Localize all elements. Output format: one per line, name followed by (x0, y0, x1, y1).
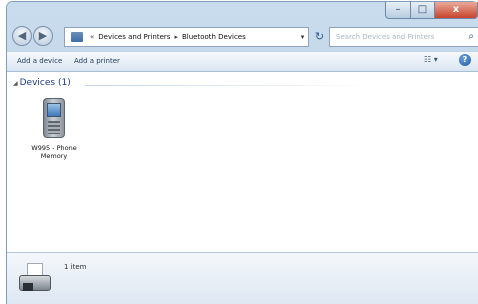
title-bar: – □ x (7, 2, 478, 22)
help-icon[interactable]: ? (459, 54, 471, 66)
minimize-button[interactable]: – (385, 2, 411, 19)
add-printer-button[interactable]: Add a printer (74, 55, 120, 68)
mobile-phone-icon (43, 98, 65, 138)
maximize-button[interactable]: □ (411, 2, 435, 19)
address-overflow-chevron[interactable]: « (90, 28, 94, 46)
address-dropdown-icon[interactable]: ▾ (297, 28, 308, 46)
change-view-icon[interactable]: ☷ ▾ (424, 55, 438, 64)
content-pane: ◢ Devices (1) W995 - Phone Memory (7, 72, 478, 252)
refresh-icon[interactable]: ↻ (312, 27, 327, 47)
forward-button[interactable]: ▶ (33, 26, 53, 46)
device-label: W995 - Phone Memory (21, 144, 87, 160)
breadcrumb-bluetooth-devices[interactable]: Bluetooth Devices (182, 28, 246, 46)
device-label-line1: W995 - Phone (31, 144, 77, 152)
breadcrumb-devices-and-printers[interactable]: Devices and Printers (98, 28, 170, 46)
item-count: 1 item (64, 263, 87, 271)
devices-folder-icon (71, 32, 83, 42)
breadcrumb-separator-icon[interactable]: ▸ (174, 28, 178, 46)
group-divider (85, 85, 375, 86)
devices-group-header[interactable]: ◢ Devices (1) (13, 78, 71, 88)
group-label: Devices (1) (19, 78, 71, 88)
device-item-w995[interactable]: W995 - Phone Memory (21, 98, 87, 160)
device-label-line2: Memory (40, 152, 68, 160)
search-placeholder: Search Devices and Printers (336, 33, 435, 41)
devices-and-printers-icon (17, 261, 53, 297)
details-pane: 1 item (7, 252, 478, 304)
collapse-triangle-icon[interactable]: ◢ (13, 80, 18, 87)
navigation-bar: ◀ ▶ « Devices and Printers ▸ Bluetooth D… (7, 22, 478, 51)
back-button[interactable]: ◀ (12, 26, 32, 46)
search-icon[interactable]: ⌕ (468, 28, 474, 46)
command-bar: Add a device Add a printer ☷ ▾ ? (7, 51, 478, 72)
explorer-window: – □ x ◀ ▶ « Devices and Printers ▸ Bluet… (7, 2, 478, 304)
add-device-button[interactable]: Add a device (17, 55, 62, 68)
close-button[interactable]: x (435, 2, 478, 19)
address-bar[interactable]: « Devices and Printers ▸ Bluetooth Devic… (64, 27, 309, 47)
caption-buttons: – □ x (385, 2, 478, 19)
search-input[interactable]: Search Devices and Printers ⌕ (329, 27, 478, 47)
